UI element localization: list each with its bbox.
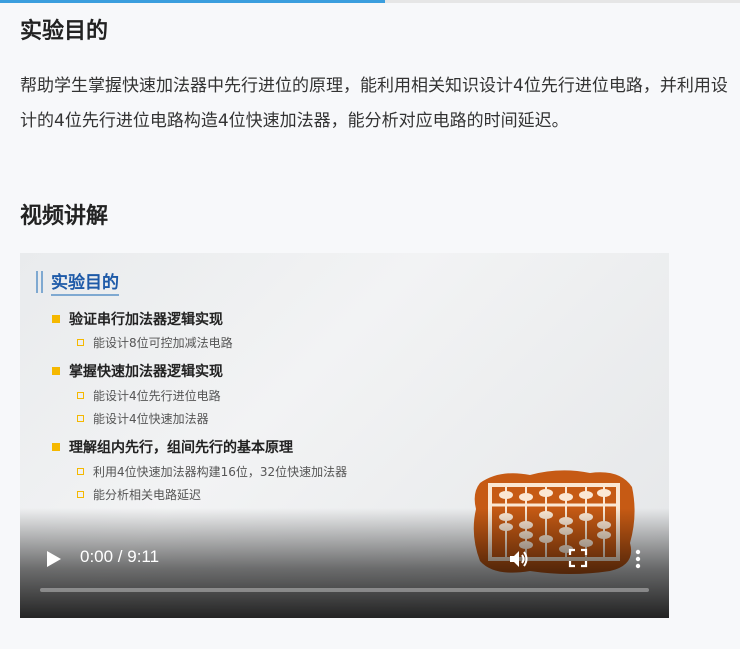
slide-subbullet-2-1: 能设计4位先行进位电路 <box>77 386 221 404</box>
slide-subbullet-label: 能设计8位可控加减法电路 <box>93 335 233 350</box>
slide-subbullet-label: 能分析相关电路延迟 <box>93 487 202 502</box>
filled-square-bullet-icon <box>52 315 60 323</box>
reading-progress-bar <box>0 0 740 3</box>
volume-icon[interactable] <box>507 547 531 571</box>
slide-bullet-2: 掌握快速加法器逻辑实现 <box>52 361 223 381</box>
section-heading-purpose: 实验目的 <box>20 19 109 44</box>
slide-subbullet-label: 能设计4位快速加法器 <box>93 411 209 426</box>
slide-bullet-label: 掌握快速加法器逻辑实现 <box>69 364 223 380</box>
video-player[interactable]: 实验目的 验证串行加法器逻辑实现 能设计8位可控加减法电路 掌握快速加法器逻辑实… <box>20 253 669 618</box>
more-vert-icon[interactable] <box>631 547 645 571</box>
slide-subbullet-2-2: 能设计4位快速加法器 <box>77 409 209 427</box>
reading-progress-fill <box>0 0 385 3</box>
purpose-paragraph: 帮助学生掌握快速加法器中先行进位的原理，能利用相关知识设计4位先行进位电路，并利… <box>20 76 728 131</box>
slide-bullet-label: 理解组内先行，组间先行的基本原理 <box>69 440 293 456</box>
fullscreen-icon[interactable] <box>568 548 588 568</box>
hollow-square-bullet-icon <box>77 338 84 346</box>
filled-square-bullet-icon <box>52 367 60 375</box>
filled-square-bullet-icon <box>52 443 60 451</box>
slide-subbullet-label: 利用4位快速加法器构建16位，32位快速加法器 <box>93 464 348 479</box>
play-icon[interactable] <box>42 548 64 570</box>
slide-subbullet-label: 能设计4位先行进位电路 <box>93 388 221 403</box>
slide-title: 实验目的 <box>51 268 119 296</box>
slide-title-bars-icon <box>36 271 43 293</box>
slide-bullet-1: 验证串行加法器逻辑实现 <box>52 309 223 329</box>
seek-bar[interactable] <box>40 588 649 592</box>
hollow-square-bullet-icon <box>77 467 84 475</box>
slide-bullet-3: 理解组内先行，组间先行的基本原理 <box>52 437 293 457</box>
hollow-square-bullet-icon <box>77 490 84 498</box>
section-heading-video: 视频讲解 <box>20 204 109 229</box>
slide-bullet-label: 验证串行加法器逻辑实现 <box>69 312 223 328</box>
slide-title-block: 实验目的 <box>36 268 119 296</box>
slide-subbullet-3-2: 能分析相关电路延迟 <box>77 485 201 503</box>
hollow-square-bullet-icon <box>77 414 84 422</box>
hollow-square-bullet-icon <box>77 391 84 399</box>
slide-subbullet-1-1: 能设计8位可控加减法电路 <box>77 333 233 351</box>
time-display: 0:00 / 9:11 <box>80 547 160 566</box>
slide-subbullet-3-1: 利用4位快速加法器构建16位，32位快速加法器 <box>77 462 347 480</box>
